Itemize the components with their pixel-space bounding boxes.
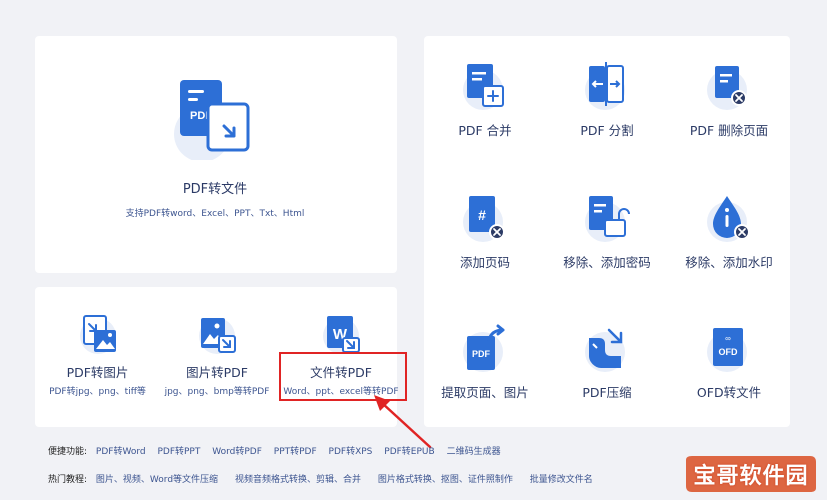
pdf-delete-page-label: PDF 删除页面 [689, 123, 769, 138]
password-tool[interactable]: 移除、添加密码 [546, 194, 668, 271]
watermark-text: 宝哥软件园 [693, 464, 809, 489]
tutorial-link[interactable]: 批量修改文件名 [530, 475, 593, 485]
quick-link[interactable]: 二维码生成器 [447, 447, 501, 457]
tutorial-link[interactable]: 图片格式转换、抠图、证件照制作 [378, 475, 513, 485]
pdf-merge-tool[interactable]: PDF 合并 [424, 62, 546, 139]
quick-link[interactable]: PPT转PDF [274, 447, 317, 457]
quick-links-row: 便捷功能: PDF转Word PDF转PPT Word转PDF PPT转PDF … [48, 444, 510, 457]
add-page-number-tool[interactable]: # 添加页码 [424, 194, 546, 271]
quick-link[interactable]: PDF转XPS [329, 447, 373, 457]
word-to-pdf-icon: W [323, 316, 360, 354]
site-watermark: 宝哥软件园 [682, 454, 820, 494]
password-label: 移除、添加密码 [563, 255, 651, 270]
pdf-compress-icon [585, 328, 625, 372]
pdf-to-image-label: PDF转图片 [66, 365, 129, 380]
quick-link[interactable]: PDF转Word [96, 447, 146, 457]
pdf-to-image-tool[interactable]: PDF转图片 PDF转jpg、png、tiff等 [40, 312, 155, 397]
add-page-number-icon: # [463, 196, 505, 242]
hot-tutorials-row: 热门教程: 图片、视频、Word等文件压缩 视频音频格式转换、剪辑、合并 图片格… [48, 472, 602, 485]
quick-link[interactable]: PDF转EPUB [384, 447, 434, 457]
pdf-split-tool[interactable]: PDF 分割 [546, 62, 668, 139]
pdf-to-image-sub: PDF转jpg、png、tiff等 [49, 387, 146, 397]
pdf-to-file-subtitle: 支持PDF转word、Excel、PPT、Txt、Html [125, 209, 305, 219]
pdf-to-image-icon [79, 315, 116, 354]
watermark-tool[interactable]: 移除、添加水印 [668, 194, 790, 271]
image-to-pdf-sub: jpg、png、bmp等转PDF [164, 387, 270, 397]
watermark-icon [707, 196, 750, 242]
pdf-split-label: PDF 分割 [580, 123, 634, 138]
pdf-merge-label: PDF 合并 [458, 123, 512, 138]
hot-tutorials-heading: 热门教程: [48, 475, 88, 485]
svg-text:OFD: OFD [719, 347, 738, 357]
quick-link[interactable]: PDF转PPT [157, 447, 200, 457]
pdf-delete-page-tool[interactable]: PDF 删除页面 [668, 62, 790, 139]
svg-text:PDF: PDF [472, 349, 491, 359]
pdf-convert-icon: PDF [174, 80, 250, 160]
pdf-delete-page-icon [707, 66, 747, 110]
add-page-number-label: 添加页码 [459, 255, 510, 270]
ofd-convert-label: OFD转文件 [696, 385, 762, 400]
quick-link[interactable]: Word转PDF [212, 447, 262, 457]
tutorial-link[interactable]: 图片、视频、Word等文件压缩 [96, 475, 218, 485]
quick-links-heading: 便捷功能: [48, 447, 88, 457]
extract-page-icon: PDF [463, 324, 505, 372]
password-icon [585, 196, 630, 242]
pdf-compress-label: PDF压缩 [582, 385, 632, 400]
extract-page-label: 提取页面、图片 [441, 385, 529, 400]
pdf-to-file-title[interactable]: PDF转文件 [0, 178, 430, 197]
watermark-label: 移除、添加水印 [685, 255, 773, 270]
ofd-convert-icon: ∞ OFD [707, 328, 747, 372]
pdf-merge-icon [463, 64, 504, 110]
ofd-convert-tool[interactable]: ∞ OFD OFD转文件 [668, 324, 790, 401]
image-to-pdf-tool[interactable]: 图片转PDF jpg、png、bmp等转PDF [158, 312, 276, 397]
image-to-pdf-icon [199, 318, 236, 354]
svg-text:#: # [478, 207, 486, 223]
image-to-pdf-label: 图片转PDF [186, 365, 248, 380]
pdf-compress-tool[interactable]: PDF压缩 [546, 324, 668, 401]
svg-text:∞: ∞ [725, 334, 731, 343]
pdf-split-icon [585, 62, 625, 110]
extract-page-tool[interactable]: PDF 提取页面、图片 [424, 324, 546, 401]
tutorial-link[interactable]: 视频音频格式转换、剪辑、合并 [235, 475, 361, 485]
